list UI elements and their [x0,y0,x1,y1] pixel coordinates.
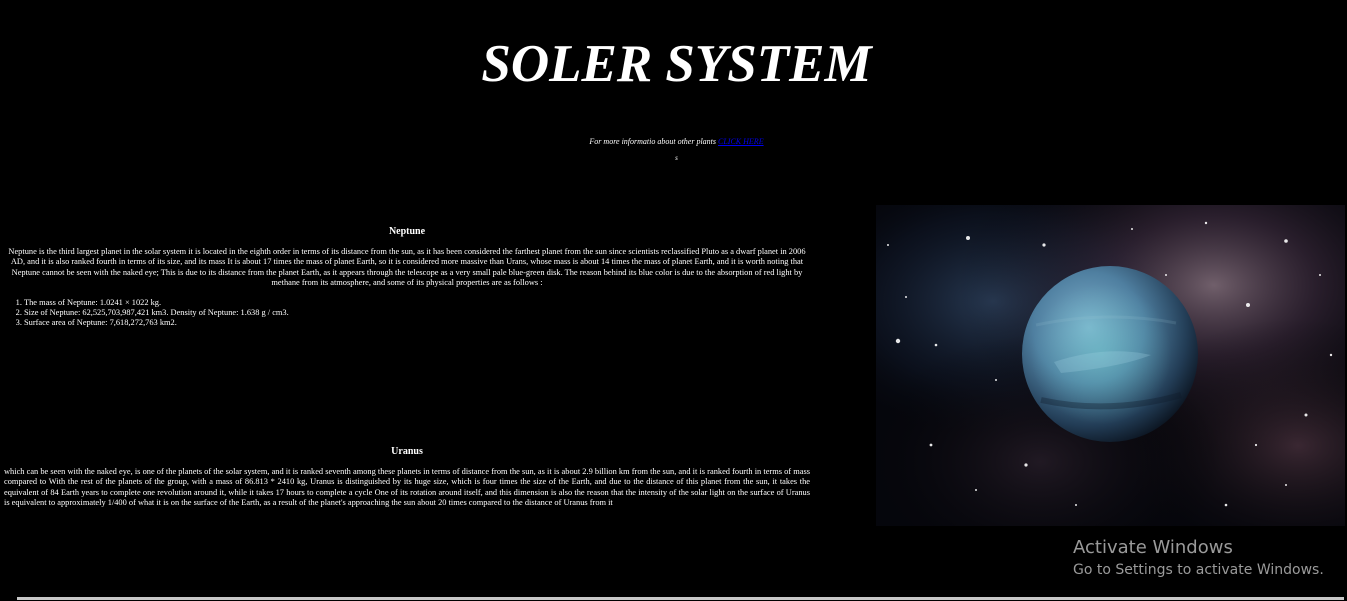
neptune-paragraph: Neptune is the third largest planet in t… [8,247,806,287]
neptune-section: Neptune Neptune is the third largest pla… [4,226,810,328]
list-item: The mass of Neptune: 1.0241 × 1022 kg. [24,298,810,308]
uranus-heading: Uranus [391,446,423,457]
watermark-title: Activate Windows [1073,537,1233,558]
page-title: SOLER SYSTEM [481,35,872,93]
more-info-line: For more informatio about other plants C… [0,137,1347,146]
uranus-section: Uranus which can be seen with the naked … [4,446,810,508]
list-item: Size of Neptune: 62,525,703,987,421 km3.… [24,308,810,318]
uranus-paragraph: which can be seen with the naked eye, is… [4,467,810,507]
list-item: Surface area of Neptune: 7,618,272,763 k… [24,318,810,328]
more-info-text: For more informatio about other plants [589,137,719,146]
neptune-properties-list: The mass of Neptune: 1.0241 × 1022 kg. S… [4,298,810,328]
neptune-planet-illustration [876,205,1345,526]
horizontal-scrollbar[interactable] [0,596,1347,601]
click-here-link[interactable]: CLICK HERE [718,137,764,146]
neptune-heading: Neptune [388,226,426,237]
neptune-image [876,205,1345,526]
activate-windows-watermark: Activate Windows Go to Settings to activ… [1073,537,1324,580]
small-mark: s [675,154,678,162]
watermark-subtitle: Go to Settings to activate Windows. [1073,562,1324,578]
scrollbar-thumb[interactable] [17,597,1344,600]
